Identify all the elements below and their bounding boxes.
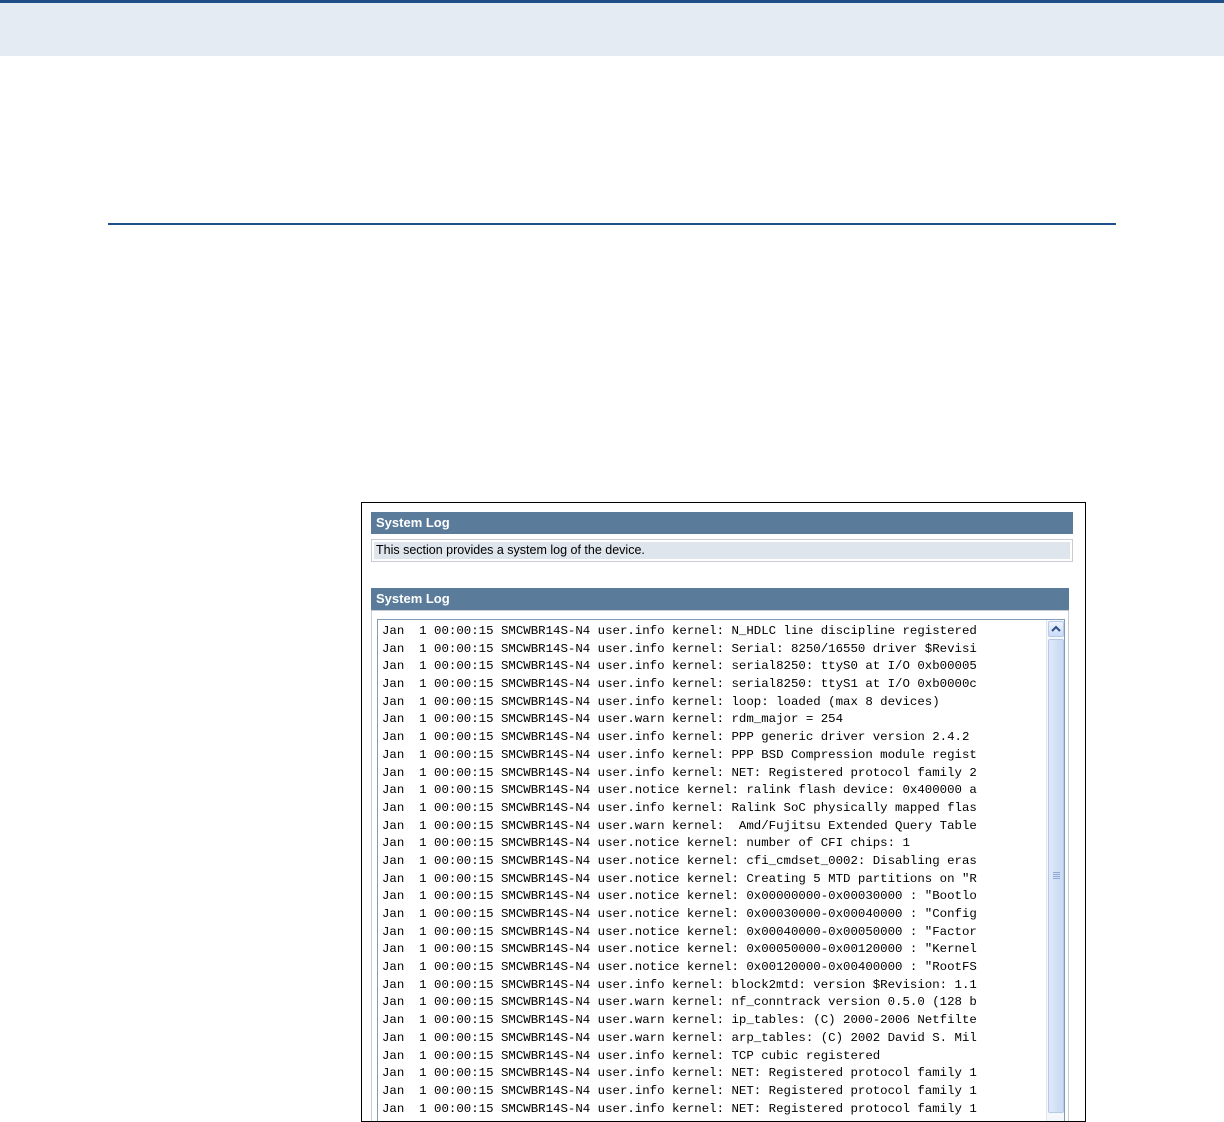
log-line: Jan 1 00:00:15 SMCWBR14S-N4 user.notice … (382, 783, 977, 798)
grip-lines-icon (1053, 872, 1060, 879)
log-line: Jan 1 00:00:15 SMCWBR14S-N4 user.info ke… (382, 1066, 977, 1081)
log-line: Jan 1 00:00:15 SMCWBR14S-N4 user.warn ke… (382, 1013, 977, 1028)
log-line: Jan 1 00:00:15 SMCWBR14S-N4 user.warn ke… (382, 712, 844, 727)
log-line: Jan 1 00:00:15 SMCWBR14S-N4 user.info ke… (382, 659, 977, 674)
system-log-textarea[interactable]: Jan 1 00:00:15 SMCWBR14S-N4 user.info ke… (377, 619, 1065, 1121)
log-line: Jan 1 00:00:15 SMCWBR14S-N4 user.info ke… (382, 694, 940, 709)
chevron-up-icon[interactable] (1048, 621, 1064, 637)
log-line: Jan 1 00:00:15 SMCWBR14S-N4 user.info ke… (382, 1083, 977, 1098)
description-text: This section provides a system log of th… (374, 542, 1070, 559)
log-line: Jan 1 00:00:15 SMCWBR14S-N4 user.notice … (382, 836, 910, 851)
log-line: Jan 1 00:00:15 SMCWBR14S-N4 user.notice … (382, 889, 977, 904)
log-line: Jan 1 00:00:15 SMCWBR14S-N4 user.warn ke… (382, 1030, 977, 1045)
section-divider (108, 223, 1116, 225)
panel-title-log: System Log (371, 588, 1069, 610)
log-line: Jan 1 00:00:15 SMCWBR14S-N4 user.warn ke… (382, 818, 977, 833)
log-line: Jan 1 00:00:15 SMCWBR14S-N4 user.notice … (382, 853, 977, 868)
log-panel: Jan 1 00:00:15 SMCWBR14S-N4 user.info ke… (371, 610, 1069, 1121)
log-scrollbar[interactable] (1046, 620, 1064, 1121)
scroll-thumb[interactable] (1048, 639, 1064, 1113)
log-line: Jan 1 00:00:15 SMCWBR14S-N4 user.notice … (382, 942, 977, 957)
log-line: Jan 1 00:00:15 SMCWBR14S-N4 user.notice … (382, 924, 977, 939)
log-line: Jan 1 00:00:15 SMCWBR14S-N4 user.info ke… (382, 747, 977, 762)
log-line: Jan 1 00:00:15 SMCWBR14S-N4 user.info ke… (382, 641, 977, 656)
log-line: Jan 1 00:00:15 SMCWBR14S-N4 user.info ke… (382, 977, 977, 992)
log-line: Jan 1 00:00:15 SMCWBR14S-N4 user.info ke… (382, 800, 977, 815)
log-line: Jan 1 00:00:15 SMCWBR14S-N4 user.info ke… (382, 677, 977, 692)
description-box: This section provides a system log of th… (371, 539, 1073, 562)
log-line: Jan 1 00:00:15 SMCWBR14S-N4 user.info ke… (382, 1101, 977, 1116)
document-header-band (0, 0, 1224, 56)
log-line: Jan 1 00:00:15 SMCWBR14S-N4 user.info ke… (382, 765, 977, 780)
log-line: Jan 1 00:00:15 SMCWBR14S-N4 user.warn ke… (382, 995, 977, 1010)
log-line: Jan 1 00:00:15 SMCWBR14S-N4 user.info ke… (382, 624, 977, 638)
log-line: Jan 1 00:00:15 SMCWBR14S-N4 user.info ke… (382, 730, 970, 745)
log-line: Jan 1 00:00:15 SMCWBR14S-N4 user.notice … (382, 960, 977, 975)
log-line: Jan 1 00:00:15 SMCWBR14S-N4 user.notice … (382, 907, 977, 921)
log-line: Jan 1 00:00:15 SMCWBR14S-N4 user.notice … (382, 871, 977, 886)
log-lines: Jan 1 00:00:15 SMCWBR14S-N4 user.info ke… (378, 620, 1046, 1121)
log-line: Jan 1 00:00:15 SMCWBR14S-N4 user.info ke… (382, 1048, 881, 1063)
system-log-screenshot: System Log This section provides a syste… (361, 502, 1086, 1122)
panel-title-intro: System Log (371, 512, 1073, 534)
